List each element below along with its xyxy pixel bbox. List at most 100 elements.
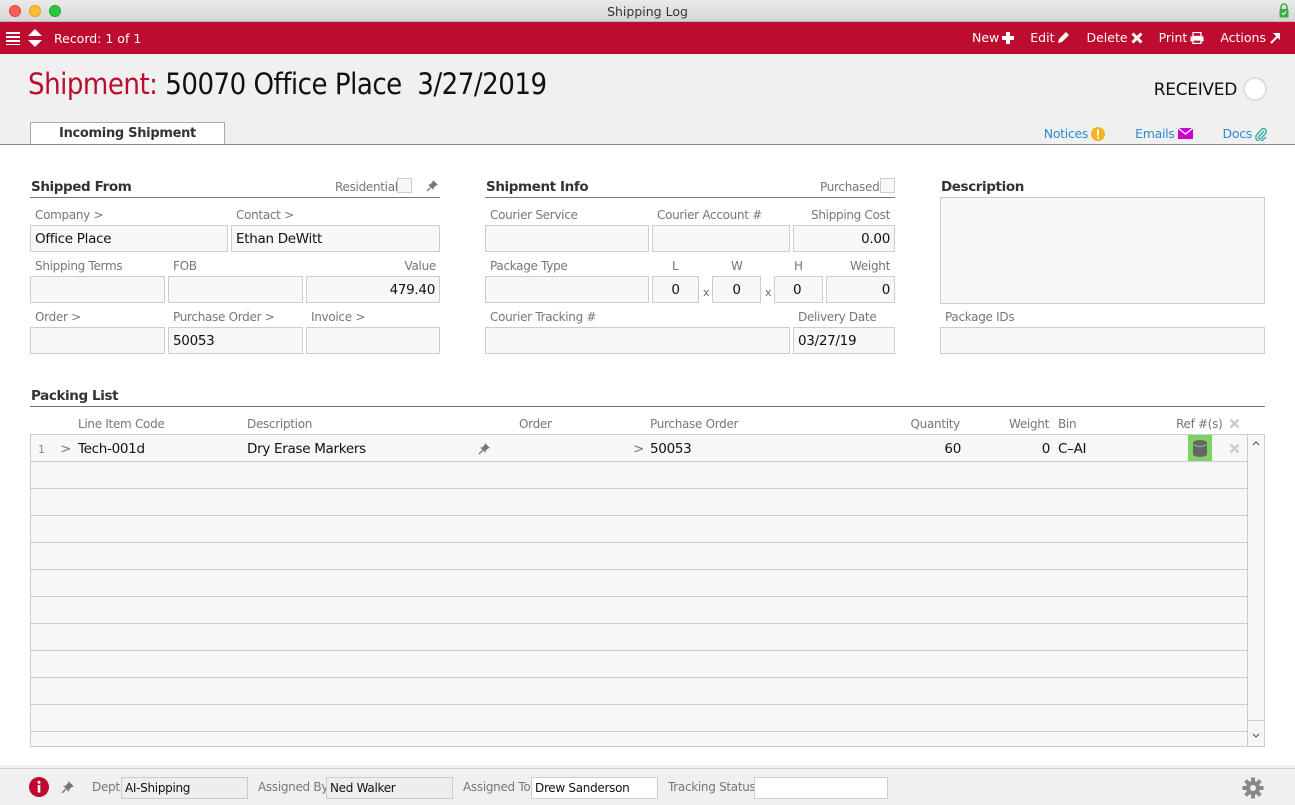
packing-list-grid: 1 > Tech-001d Dry Erase Markers > 50053 … bbox=[30, 434, 1248, 747]
col-header-ref[interactable]: Ref #(s) bbox=[1176, 417, 1223, 431]
empty-row[interactable] bbox=[31, 489, 1247, 516]
empty-row[interactable] bbox=[31, 462, 1247, 489]
contact-label[interactable]: Contact > bbox=[236, 208, 294, 222]
col-header-quantity[interactable]: Quantity bbox=[900, 417, 961, 431]
weight-cell[interactable]: 0 bbox=[991, 441, 1051, 457]
col-header-order[interactable]: Order bbox=[519, 417, 552, 431]
courier-account-field[interactable] bbox=[652, 225, 790, 252]
ref-numbers-button[interactable] bbox=[1188, 435, 1212, 461]
tracking-status-field[interactable] bbox=[754, 777, 888, 799]
bin-cell[interactable]: C–AI bbox=[1058, 441, 1087, 457]
fob-field[interactable] bbox=[168, 276, 303, 303]
edit-button-label: Edit bbox=[1030, 30, 1055, 45]
courier-account-label: Courier Account # bbox=[657, 208, 762, 222]
assigned-by-field[interactable]: Ned Walker bbox=[326, 777, 453, 799]
col-header-weight[interactable]: Weight bbox=[990, 417, 1049, 431]
po-open-arrow[interactable]: > bbox=[633, 441, 644, 457]
notices-link[interactable]: Notices bbox=[1044, 126, 1106, 141]
footer-bar: Dept AI-Shipping Assigned By Ned Walker … bbox=[0, 768, 1295, 805]
quantity-cell[interactable]: 60 bbox=[901, 441, 961, 457]
invoice-field[interactable] bbox=[306, 327, 440, 354]
residential-checkbox[interactable] bbox=[397, 178, 412, 193]
weight-field[interactable]: 0 bbox=[826, 276, 895, 303]
empty-row[interactable] bbox=[31, 678, 1247, 705]
empty-row[interactable] bbox=[31, 651, 1247, 678]
delivery-date-field[interactable]: 03/27/19 bbox=[793, 327, 895, 354]
order-label[interactable]: Order > bbox=[35, 310, 81, 324]
purchase-order-field[interactable]: 50053 bbox=[168, 327, 303, 354]
pin-icon[interactable] bbox=[61, 780, 75, 794]
section-divider bbox=[30, 197, 440, 198]
col-header-line-item-code[interactable]: Line Item Code bbox=[78, 417, 165, 431]
description-textarea[interactable] bbox=[940, 197, 1265, 304]
value-field[interactable]: 479.40 bbox=[306, 276, 440, 303]
section-divider bbox=[30, 406, 1265, 407]
courier-tracking-field[interactable] bbox=[485, 327, 790, 354]
purchase-order-label[interactable]: Purchase Order > bbox=[173, 310, 275, 324]
col-header-description[interactable]: Description bbox=[247, 417, 312, 431]
edit-button[interactable]: Edit bbox=[1030, 30, 1070, 45]
company-field[interactable]: Office Place bbox=[30, 225, 228, 252]
package-type-field[interactable] bbox=[485, 276, 649, 303]
tab-incoming-shipment[interactable]: Incoming Shipment bbox=[30, 122, 225, 145]
col-header-bin[interactable]: Bin bbox=[1058, 417, 1077, 431]
purchase-order-cell[interactable]: 50053 bbox=[650, 441, 692, 457]
dept-field[interactable]: AI-Shipping bbox=[121, 777, 248, 799]
height-label: H bbox=[794, 259, 803, 273]
info-icon[interactable] bbox=[29, 777, 49, 797]
row-number: 1 bbox=[38, 443, 45, 456]
menu-icon[interactable] bbox=[6, 31, 20, 45]
record-navigator-icon[interactable] bbox=[28, 29, 42, 47]
pin-icon[interactable] bbox=[478, 442, 491, 455]
delete-row-icon[interactable] bbox=[1229, 443, 1240, 454]
order-field[interactable] bbox=[30, 327, 165, 354]
gear-icon[interactable] bbox=[1242, 777, 1264, 799]
section-divider bbox=[485, 197, 895, 198]
print-button[interactable]: Print bbox=[1159, 30, 1205, 45]
courier-service-field[interactable] bbox=[485, 225, 649, 252]
package-ids-field[interactable] bbox=[940, 327, 1265, 354]
height-field[interactable]: 0 bbox=[774, 276, 823, 303]
packing-list-scrollbar[interactable] bbox=[1247, 434, 1265, 747]
empty-row[interactable] bbox=[31, 570, 1247, 597]
length-field[interactable]: 0 bbox=[652, 276, 699, 303]
lock-icon bbox=[1279, 3, 1289, 18]
empty-row[interactable] bbox=[31, 624, 1247, 651]
actions-button[interactable]: Actions bbox=[1220, 30, 1281, 45]
row-open-arrow[interactable]: > bbox=[60, 441, 71, 457]
docs-link[interactable]: Docs bbox=[1223, 126, 1267, 141]
scroll-up-icon[interactable] bbox=[1252, 440, 1260, 446]
page-title-prefix: Shipment: bbox=[28, 67, 158, 101]
table-row[interactable]: 1 > Tech-001d Dry Erase Markers > 50053 … bbox=[31, 435, 1247, 462]
scroll-down-icon[interactable] bbox=[1252, 733, 1260, 739]
description-cell[interactable]: Dry Erase Markers bbox=[247, 441, 366, 457]
form-content: Shipped From Residential Company > Offic… bbox=[0, 145, 1295, 765]
empty-row[interactable] bbox=[31, 597, 1247, 624]
line-item-code-cell[interactable]: Tech-001d bbox=[78, 441, 145, 457]
invoice-label[interactable]: Invoice > bbox=[311, 310, 365, 324]
assigned-by-label: Assigned By bbox=[258, 780, 329, 794]
company-label[interactable]: Company > bbox=[35, 208, 104, 222]
width-field[interactable]: 0 bbox=[712, 276, 761, 303]
new-button[interactable]: New bbox=[972, 30, 1015, 45]
page-title: Shipment: 50070 Office Place 3/27/2019 bbox=[28, 67, 547, 101]
assigned-to-field[interactable]: Drew Sanderson bbox=[531, 777, 658, 799]
received-toggle[interactable] bbox=[1243, 77, 1267, 101]
empty-row[interactable] bbox=[31, 543, 1247, 570]
assigned-to-label: Assigned To bbox=[463, 780, 531, 794]
plus-icon bbox=[1002, 31, 1015, 44]
purchased-checkbox[interactable] bbox=[880, 178, 895, 193]
pin-icon[interactable] bbox=[426, 179, 439, 192]
emails-link[interactable]: Emails bbox=[1135, 126, 1193, 141]
page-title-value: 50070 Office Place 3/27/2019 bbox=[165, 67, 547, 101]
delete-button-label: Delete bbox=[1086, 30, 1128, 45]
shipping-terms-field[interactable] bbox=[30, 276, 165, 303]
contact-field[interactable]: Ethan DeWitt bbox=[231, 225, 440, 252]
col-header-purchase-order[interactable]: Purchase Order bbox=[650, 417, 739, 431]
shipping-cost-field[interactable]: 0.00 bbox=[793, 225, 895, 252]
empty-row[interactable] bbox=[31, 705, 1247, 732]
clear-all-icon[interactable] bbox=[1229, 418, 1240, 429]
delete-button[interactable]: Delete bbox=[1086, 30, 1143, 45]
status-label: RECEIVED bbox=[1153, 80, 1238, 100]
empty-row[interactable] bbox=[31, 516, 1247, 543]
